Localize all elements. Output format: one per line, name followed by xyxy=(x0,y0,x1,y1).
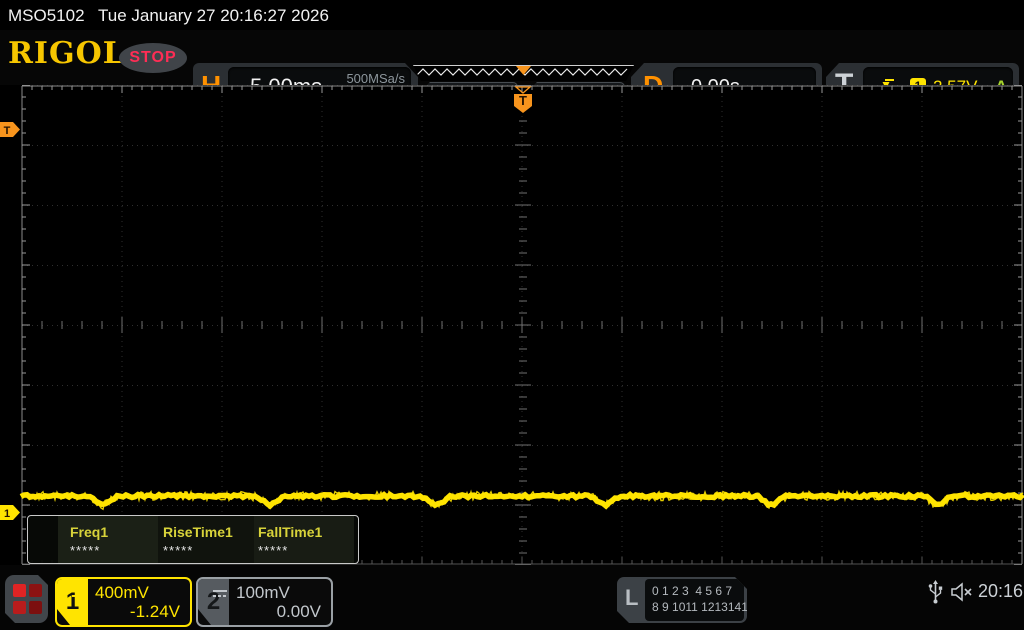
channel1-offset: -1.24V xyxy=(129,602,180,621)
trigger-position-marker[interactable]: T xyxy=(514,86,532,113)
memory-zigzag-icon xyxy=(413,65,634,76)
logic-label: L xyxy=(625,585,639,610)
display-grid-icon xyxy=(13,601,26,614)
channel1-marker-label: 1 xyxy=(4,508,10,520)
measurement-panel[interactable]: Freq1 ***** RiseTime1 ***** FallTime1 **… xyxy=(27,515,359,564)
channel2-scale: 100mV xyxy=(213,583,290,603)
trigger-level-marker[interactable]: T xyxy=(0,122,20,137)
bottom-bar: 1 400mV -1.24V 2 100mV 0.00V L 0 1 2 3 4… xyxy=(0,565,1024,630)
logic-channels-row2: 8 9 1011 12131415 xyxy=(652,600,755,614)
channel1-scale: 400mV xyxy=(72,583,149,603)
model-label: MSO5102 xyxy=(8,6,85,25)
channel2-status[interactable]: 2 100mV 0.00V xyxy=(196,577,333,627)
clock-label: 20:16 xyxy=(978,581,1024,601)
channel2-badge: 2 xyxy=(198,579,229,625)
usb-icon xyxy=(928,580,943,604)
channel1-position-marker[interactable]: 1 xyxy=(0,505,20,520)
channel2-scale-value: 100mV xyxy=(236,583,290,602)
dc-coupling-icon xyxy=(213,590,227,597)
measurement-name: FallTime1 xyxy=(258,524,323,540)
display-grid-icon xyxy=(29,584,42,597)
logic-channels-row1: 0 1 2 3 4 5 6 7 xyxy=(652,584,733,598)
acquisition-status-badge: STOP xyxy=(119,43,187,73)
trigger-position-label: T xyxy=(519,93,527,108)
rigol-logo: RIGOL xyxy=(8,36,125,71)
waveform-display: T T 1 xyxy=(0,84,1024,566)
measurement-value: ***** xyxy=(70,543,101,558)
channel1-status[interactable]: 1 400mV -1.24V xyxy=(55,577,192,627)
channel1-badge: 1 xyxy=(57,579,88,625)
datetime-label: Tue January 27 20:16:27 2026 xyxy=(98,6,329,25)
speaker-muted-icon[interactable] xyxy=(950,582,974,602)
titlebar: MSO5102 Tue January 27 20:16:27 2026 xyxy=(0,0,1024,30)
channel2-offset: 0.00V xyxy=(276,602,321,621)
display-grid-icon xyxy=(13,584,26,597)
measurement-name: RiseTime1 xyxy=(163,524,233,540)
display-grid-icon xyxy=(29,601,42,614)
trigger-level-label: T xyxy=(4,125,11,137)
measurement-name: Freq1 xyxy=(70,524,109,540)
measurement-value: ***** xyxy=(258,543,289,558)
display-grid-button[interactable] xyxy=(5,575,48,623)
header-bar: RIGOL STOP H 5.00ms 500MSa/s 25Mpts Meas… xyxy=(0,30,1024,85)
dc-coupling-icon xyxy=(72,590,86,597)
logic-channels-status[interactable]: L 0 1 2 3 4 5 6 7 8 9 1011 12131415 xyxy=(617,577,747,623)
graticule-area[interactable]: T T 1 Freq1 ***** RiseTime1 ***** FallTi… xyxy=(0,84,1024,566)
measurement-col: RiseTime1 ***** xyxy=(158,516,254,563)
measurement-col: FallTime1 ***** xyxy=(254,516,354,563)
logic-recess: 0 1 2 3 4 5 6 7 8 9 1011 12131415 xyxy=(645,579,747,621)
measurement-col: Freq1 ***** xyxy=(58,516,158,563)
channel1-scale-value: 400mV xyxy=(95,583,149,602)
measurement-value: ***** xyxy=(163,543,194,558)
waveform-memory-bar[interactable] xyxy=(413,65,634,81)
